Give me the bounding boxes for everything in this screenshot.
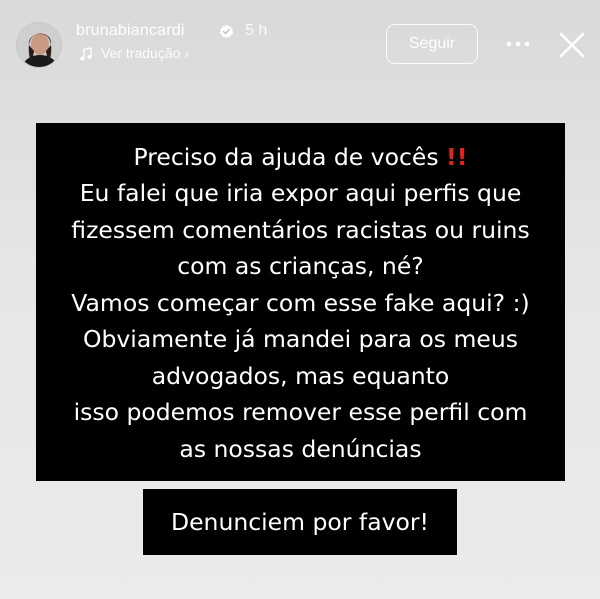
music-note-icon [80, 47, 92, 61]
call-to-action-box: Denunciem por favor! [143, 489, 457, 555]
story-header: brunabiancardi 5 h Ver tradução › Seguir [0, 0, 600, 80]
username[interactable]: brunabiancardi [76, 22, 185, 40]
avatar-photo-icon [17, 23, 61, 67]
story-text-line: com as crianças, né? [177, 252, 424, 281]
story-text-line: fizessem comentários racistas ou ruins [71, 215, 530, 244]
follow-button[interactable]: Seguir [386, 24, 478, 64]
double-exclamation-icon: !! [446, 142, 468, 171]
close-icon[interactable] [558, 31, 586, 59]
more-options-icon[interactable] [505, 36, 531, 52]
story-text-line: isso podemos remover esse perfil com [73, 398, 528, 427]
story-text-box: Preciso da ajuda de vocês !! Eu falei qu… [36, 123, 565, 481]
post-time: 5 h [245, 22, 268, 39]
story-text-line: Vamos começar com esse fake aqui? :) [71, 288, 530, 317]
avatar[interactable] [16, 22, 62, 68]
call-to-action-text: Denunciem por favor! [171, 508, 429, 536]
story-text-line: Eu falei que iria expor aqui perfis que [79, 179, 522, 208]
story-text-line: advogados, mas equanto [151, 361, 450, 390]
verified-badge-icon [219, 24, 234, 39]
story-text-line: Obviamente já mandei para os meus [82, 325, 519, 354]
story-text-line: as nossas denúncias [179, 434, 422, 463]
see-translation-link[interactable]: Ver tradução › [101, 45, 189, 61]
story-text-line: Preciso da ajuda de vocês !! [133, 142, 468, 171]
